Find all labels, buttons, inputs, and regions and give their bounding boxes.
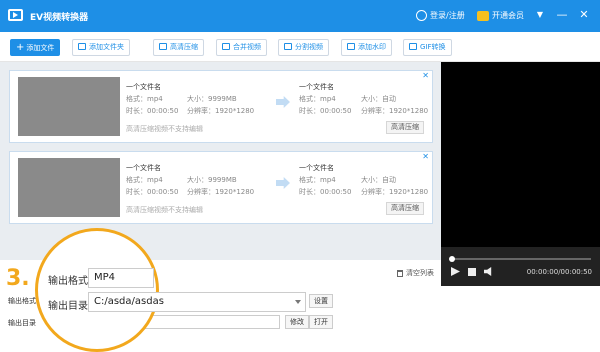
video-preview: 00:00:00/00:00:50 bbox=[441, 62, 600, 286]
add-folder-label: 添加文件夹 bbox=[89, 43, 124, 51]
hd-compress-button[interactable]: 高清压缩 bbox=[153, 39, 204, 56]
file-format: 格式：mp4 bbox=[126, 176, 163, 184]
clear-list-button[interactable]: 清空列表 bbox=[397, 268, 434, 278]
seek-handle[interactable] bbox=[449, 256, 455, 262]
file-duration: 时长：00:00:50 bbox=[126, 107, 179, 115]
output-format-label-small: 输出格式 bbox=[8, 297, 36, 305]
merge-icon bbox=[222, 43, 230, 50]
output-dir-label-small: 输出目录 bbox=[8, 319, 36, 327]
convert-arrow-icon bbox=[276, 177, 290, 189]
file-card[interactable]: ✕ 一个文件名 格式：mp4 大小：9999MB 时长：00:00:50 分辨率… bbox=[9, 70, 433, 143]
hd-compress-item-button[interactable]: 高清压缩 bbox=[386, 202, 424, 215]
file-resolution: 分辨率：1920*1280 bbox=[187, 188, 255, 196]
hd-compress-label: 高清压缩 bbox=[170, 43, 198, 51]
login-link[interactable]: 登录/注册 bbox=[416, 10, 465, 21]
split-video-label: 分割视频 bbox=[295, 43, 323, 51]
split-video-button[interactable]: 分割视频 bbox=[278, 39, 329, 56]
playback-time: 00:00:00/00:00:50 bbox=[526, 268, 592, 276]
plus-icon: + bbox=[16, 42, 25, 53]
app-title: EV视频转换器 bbox=[30, 13, 89, 23]
modify-button[interactable]: 修改 bbox=[285, 315, 309, 329]
output-dir-value[interactable]: C:/asda/asdas bbox=[88, 292, 306, 312]
file-resolution: 分辨率：1920*1280 bbox=[187, 107, 255, 115]
open-button[interactable]: 打开 bbox=[309, 315, 333, 329]
file-format: 格式：mp4 bbox=[126, 95, 163, 103]
video-thumbnail bbox=[18, 158, 120, 217]
output-dir-text: C:/asda/asdas bbox=[94, 296, 164, 307]
output-name: 一个文件名 bbox=[299, 83, 334, 91]
remove-file-icon[interactable]: ✕ bbox=[422, 71, 429, 80]
add-watermark-button[interactable]: 添加水印 bbox=[341, 39, 392, 56]
remove-file-icon[interactable]: ✕ bbox=[422, 152, 429, 161]
output-name: 一个文件名 bbox=[299, 164, 334, 172]
seek-bar[interactable] bbox=[449, 256, 591, 262]
login-label: 登录/注册 bbox=[430, 11, 465, 20]
split-icon bbox=[284, 43, 292, 50]
add-watermark-label: 添加水印 bbox=[358, 43, 386, 51]
trash-icon bbox=[397, 269, 403, 277]
file-list: ✕ 一个文件名 格式：mp4 大小：9999MB 时长：00:00:50 分辨率… bbox=[0, 62, 441, 260]
folder-icon bbox=[78, 43, 86, 50]
file-size: 大小：9999MB bbox=[187, 95, 237, 103]
hd-compress-item-button[interactable]: 高清压缩 bbox=[386, 121, 424, 134]
output-format: 格式：mp4 bbox=[299, 95, 336, 103]
output-duration: 时长：00:00:50 bbox=[299, 107, 352, 115]
output-duration: 时长：00:00:50 bbox=[299, 188, 352, 196]
settings-button[interactable]: 设置 bbox=[309, 294, 333, 308]
video-thumbnail bbox=[18, 77, 120, 136]
user-icon bbox=[416, 10, 427, 21]
app-logo-icon bbox=[8, 9, 23, 21]
add-file-button[interactable]: + 添加文件 bbox=[10, 39, 61, 56]
add-folder-button[interactable]: 添加文件夹 bbox=[72, 39, 130, 56]
output-size: 大小：自动 bbox=[361, 176, 396, 184]
vip-label: 开通会员 bbox=[492, 11, 524, 20]
menu-icon[interactable]: ▼ bbox=[531, 6, 549, 24]
vip-link[interactable]: 开通会员 bbox=[477, 10, 524, 21]
dir-dropdown-icon[interactable] bbox=[295, 300, 301, 304]
output-format-label: 输出格式 bbox=[48, 276, 88, 287]
output-dir-label: 输出目录 bbox=[48, 301, 88, 312]
file-card[interactable]: ✕ 一个文件名 格式：mp4 大小：9999MB 时长：00:00:50 分辨率… bbox=[9, 151, 433, 224]
player-controls: 00:00:00/00:00:50 bbox=[441, 247, 600, 286]
edit-note: 高清压缩视频不支持编辑 bbox=[126, 206, 203, 214]
clear-list-label: 清空列表 bbox=[406, 269, 434, 277]
play-icon[interactable] bbox=[451, 267, 460, 276]
add-file-label: 添加文件 bbox=[26, 44, 55, 52]
file-name: 一个文件名 bbox=[126, 164, 161, 172]
compress-icon bbox=[159, 43, 167, 50]
convert-arrow-icon bbox=[276, 96, 290, 108]
file-size: 大小：9999MB bbox=[187, 176, 237, 184]
step-number: 3. bbox=[6, 266, 30, 291]
output-size: 大小：自动 bbox=[361, 95, 396, 103]
edit-note: 高清压缩视频不支持编辑 bbox=[126, 125, 203, 133]
minimize-icon[interactable]: — bbox=[553, 6, 571, 24]
watermark-icon bbox=[347, 43, 355, 50]
gif-convert-button[interactable]: GIF转换 bbox=[403, 39, 452, 56]
gif-convert-label: GIF转换 bbox=[420, 43, 446, 51]
toolbar: + 添加文件 添加文件夹 高清压缩 合并视频 分割视频 添加水印 GIF转换 bbox=[0, 32, 600, 62]
stop-icon[interactable] bbox=[468, 268, 476, 276]
highlight-callout bbox=[35, 228, 159, 352]
close-icon[interactable]: ✕ bbox=[575, 6, 593, 24]
output-resolution: 分辨率：1920*1280 bbox=[361, 107, 429, 115]
vip-crown-icon bbox=[477, 10, 489, 21]
output-resolution: 分辨率：1920*1280 bbox=[361, 188, 429, 196]
file-duration: 时长：00:00:50 bbox=[126, 188, 179, 196]
output-format: 格式：mp4 bbox=[299, 176, 336, 184]
merge-video-label: 合并视频 bbox=[233, 43, 261, 51]
volume-icon[interactable] bbox=[484, 267, 492, 276]
file-name: 一个文件名 bbox=[126, 83, 161, 91]
merge-video-button[interactable]: 合并视频 bbox=[216, 39, 267, 56]
title-bar: EV视频转换器 登录/注册 开通会员 ▼ — ✕ bbox=[0, 0, 600, 32]
output-format-value[interactable]: MP4 bbox=[88, 268, 154, 288]
gif-icon bbox=[409, 43, 417, 50]
